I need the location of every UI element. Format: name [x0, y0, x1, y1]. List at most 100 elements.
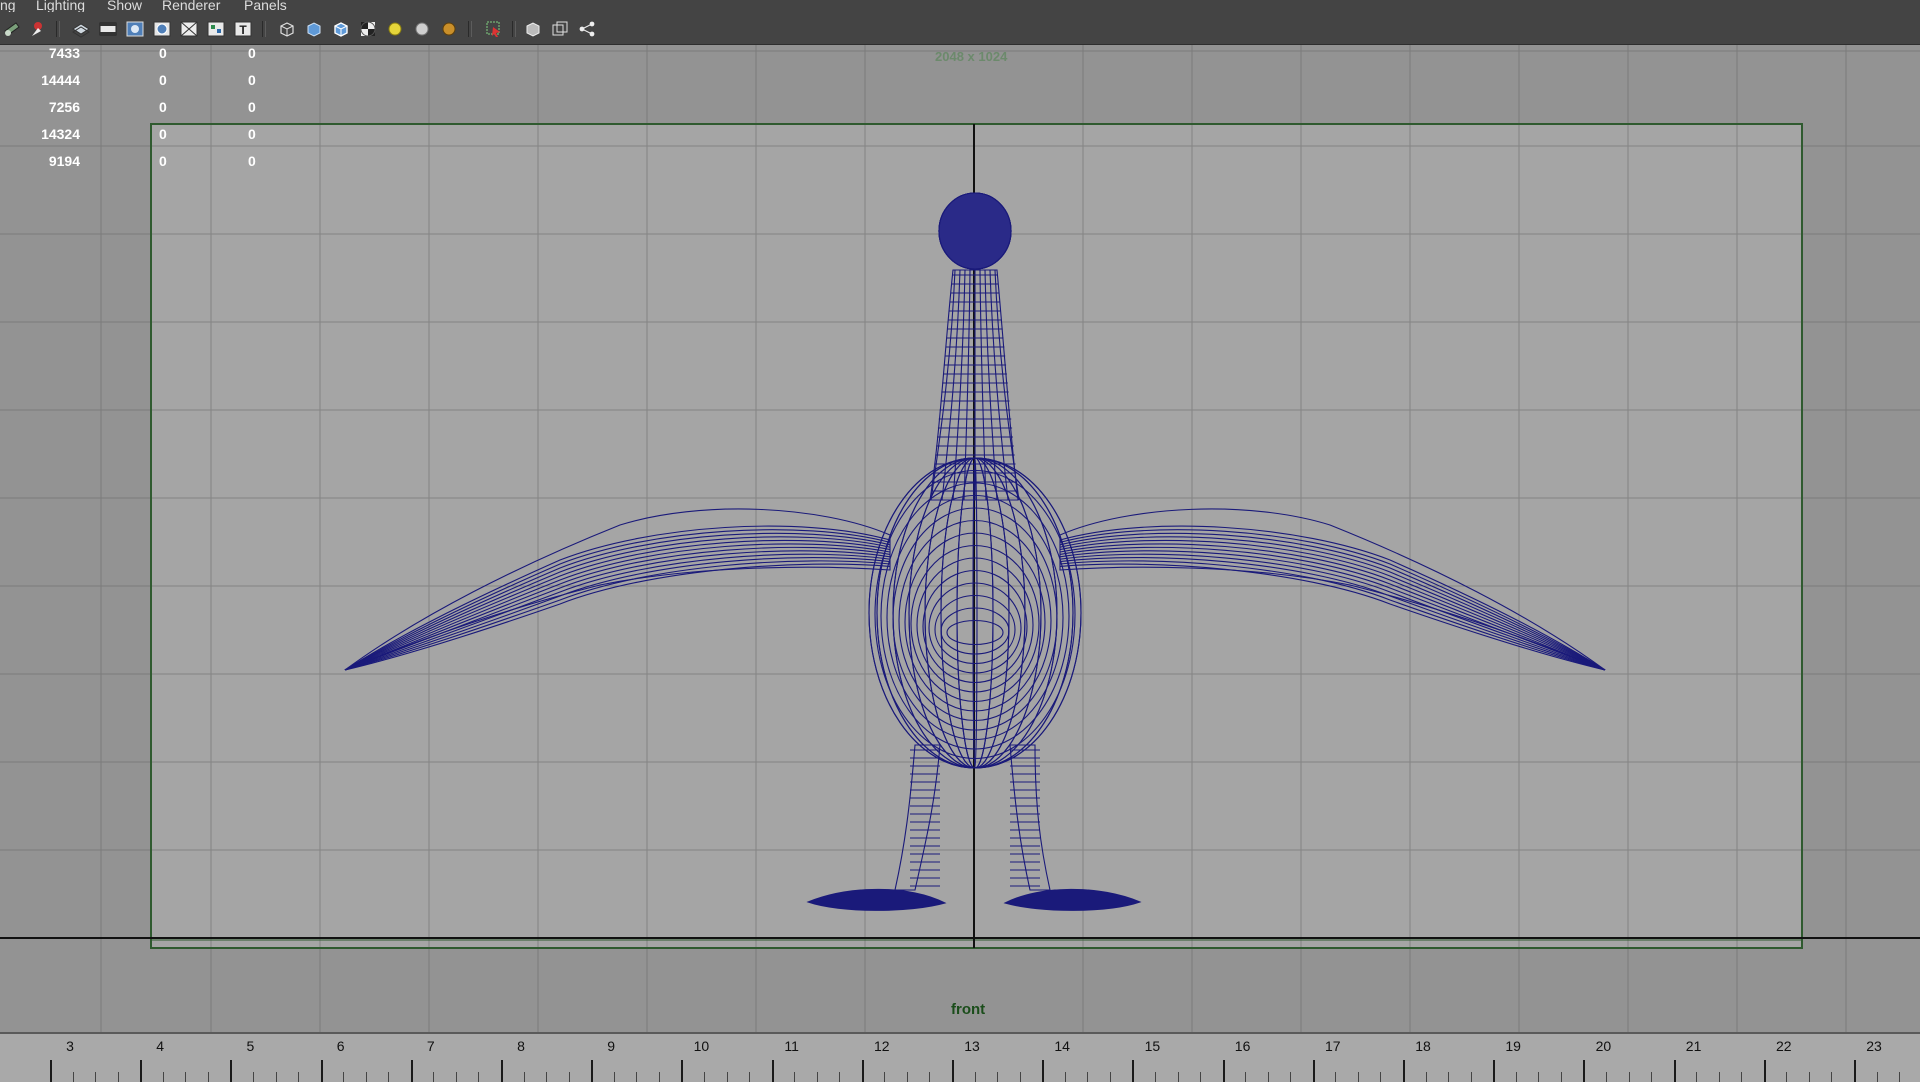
menu-panels[interactable]: Panels	[244, 0, 287, 12]
timeline-minor-tick	[433, 1072, 435, 1082]
xray-joints-icon[interactable]	[549, 18, 571, 40]
timeline-tick-label: 6	[336, 1038, 345, 1054]
timeline-minor-tick	[1718, 1072, 1720, 1082]
timeline-tick-label: 22	[1776, 1038, 1792, 1054]
timeline-minor-tick	[1087, 1072, 1089, 1082]
timeline-tick-label: 12	[874, 1038, 890, 1054]
timeline-tick-mark	[681, 1060, 684, 1082]
timeline-minor-tick	[1064, 1072, 1066, 1082]
timeline-minor-tick	[1560, 1072, 1562, 1082]
screen-space-ao-icon[interactable]	[438, 18, 460, 40]
timeline-minor-tick	[1448, 1072, 1450, 1082]
timeline-tick-mark	[1132, 1060, 1135, 1082]
wireframe-on-shaded-icon[interactable]	[330, 18, 352, 40]
timeline-minor-tick	[816, 1072, 818, 1082]
timeline-minor-tick	[1357, 1072, 1359, 1082]
timeline-tick-mark	[1583, 1060, 1586, 1082]
menu-rigging[interactable]: ng	[0, 0, 16, 12]
timeline-tick-mark	[591, 1060, 594, 1082]
timeline-minor-tick	[343, 1072, 345, 1082]
timeline-minor-tick	[1109, 1072, 1111, 1082]
timeline-minor-tick	[1628, 1072, 1630, 1082]
timeline-tick-label: 5	[246, 1038, 255, 1054]
timeline-tick-label: 23	[1866, 1038, 1882, 1054]
use-all-lights-icon[interactable]	[384, 18, 406, 40]
field-chart-icon[interactable]	[178, 18, 200, 40]
smooth-shade-icon[interactable]	[303, 18, 325, 40]
timeline-tick-label: 14	[1054, 1038, 1070, 1054]
timeline-minor-tick	[523, 1072, 525, 1082]
safe-action-icon[interactable]	[205, 18, 227, 40]
timeline-minor-tick	[839, 1072, 841, 1082]
timeline-minor-tick	[613, 1072, 615, 1082]
hud-row-uvs: 9194 0 0	[48, 153, 256, 169]
timeline-minor-tick	[726, 1072, 728, 1082]
hud-row-tris: 14324 0 0	[41, 126, 256, 142]
timeline-minor-tick	[1019, 1072, 1021, 1082]
timeline-tick-mark	[1403, 1060, 1405, 1082]
timeline-tick-label: 15	[1144, 1038, 1161, 1054]
timeline-minor-tick	[1245, 1072, 1247, 1082]
timeline-minor-tick	[1605, 1072, 1607, 1082]
timeline-minor-tick	[117, 1072, 119, 1082]
timeline-tick-mark	[320, 1060, 323, 1082]
image-plane-icon[interactable]	[70, 18, 92, 40]
timeline-minor-tick	[388, 1072, 390, 1082]
timeline-tick-label: 10	[693, 1038, 710, 1054]
menu-renderer[interactable]: Renderer	[162, 0, 220, 12]
xray-icon[interactable]	[522, 18, 544, 40]
timeline-minor-tick	[1515, 1072, 1517, 1082]
timeline-tick-mark	[1312, 1060, 1315, 1082]
timeline-minor-tick	[1267, 1072, 1269, 1082]
menu-bar: ng Lighting Show Renderer Panels	[0, 0, 1920, 12]
timeline-tick-mark	[771, 1060, 774, 1082]
resolution-gate-label: 2048 x 1024	[935, 49, 1008, 64]
timeline-minor-tick	[72, 1072, 74, 1082]
film-gate-icon[interactable]	[97, 18, 119, 40]
textured-icon[interactable]	[357, 18, 379, 40]
xray-components-icon[interactable]	[576, 18, 598, 40]
timeline-minor-tick	[1696, 1072, 1698, 1082]
timeline-minor-tick	[455, 1072, 457, 1082]
timeline-tick-mark	[140, 1060, 143, 1082]
timeline-minor-tick	[1335, 1072, 1337, 1082]
safe-title-icon[interactable]: T	[232, 18, 254, 40]
panel-toolbar: T	[0, 12, 1920, 45]
timeline-tick-mark	[952, 1060, 954, 1082]
timeline-tick-mark	[410, 1060, 413, 1082]
timeline-minor-tick	[95, 1072, 97, 1082]
timeline-minor-tick	[1831, 1072, 1833, 1082]
timeline-minor-tick	[1154, 1072, 1156, 1082]
timeline-minor-tick	[997, 1072, 999, 1082]
timeline-tick-mark	[50, 1060, 52, 1082]
timeline-minor-tick	[1741, 1072, 1743, 1082]
timeline-minor-tick	[1808, 1072, 1810, 1082]
shadows-icon[interactable]	[411, 18, 433, 40]
timeline-tick-mark	[501, 1060, 503, 1082]
timeline-minor-tick	[207, 1072, 209, 1082]
menu-show[interactable]: Show	[107, 0, 142, 12]
hud-row-edges: 14444 0 0	[41, 72, 256, 88]
timeline-minor-tick	[794, 1072, 796, 1082]
timeline-tick-label: 4	[156, 1038, 165, 1054]
timeline-minor-tick	[1425, 1072, 1427, 1082]
timeline-minor-tick	[185, 1072, 187, 1082]
wireframe-cube-icon[interactable]	[276, 18, 298, 40]
isolate-select-icon[interactable]	[483, 18, 505, 40]
timeline-tick-label: 11	[784, 1038, 799, 1054]
gate-mask-icon[interactable]	[151, 18, 173, 40]
timeline-minor-tick	[749, 1072, 751, 1082]
timeline-minor-tick	[1200, 1072, 1202, 1082]
viewport-front[interactable]: 7433 0 0 14444 0 0 7256 0 0 14324 0 0 91…	[0, 45, 1920, 1032]
camera-select-icon[interactable]	[1, 18, 23, 40]
timeline-minor-tick	[906, 1072, 908, 1082]
menu-lighting[interactable]: Lighting	[36, 0, 85, 12]
resolution-gate-icon[interactable]	[124, 18, 146, 40]
timeline-minor-tick	[478, 1072, 480, 1082]
timeline-tick-mark	[1763, 1060, 1766, 1082]
timeline-minor-tick	[1899, 1072, 1901, 1082]
camera-attributes-icon[interactable]	[28, 18, 50, 40]
timeline-tick-mark	[230, 1060, 233, 1082]
timeline-minor-tick	[162, 1072, 164, 1082]
time-slider[interactable]: 3 4 5 6 7 8 9 10 11 12 13 14 15 16 17 18 19 20 21 22 23	[0, 1032, 1920, 1082]
